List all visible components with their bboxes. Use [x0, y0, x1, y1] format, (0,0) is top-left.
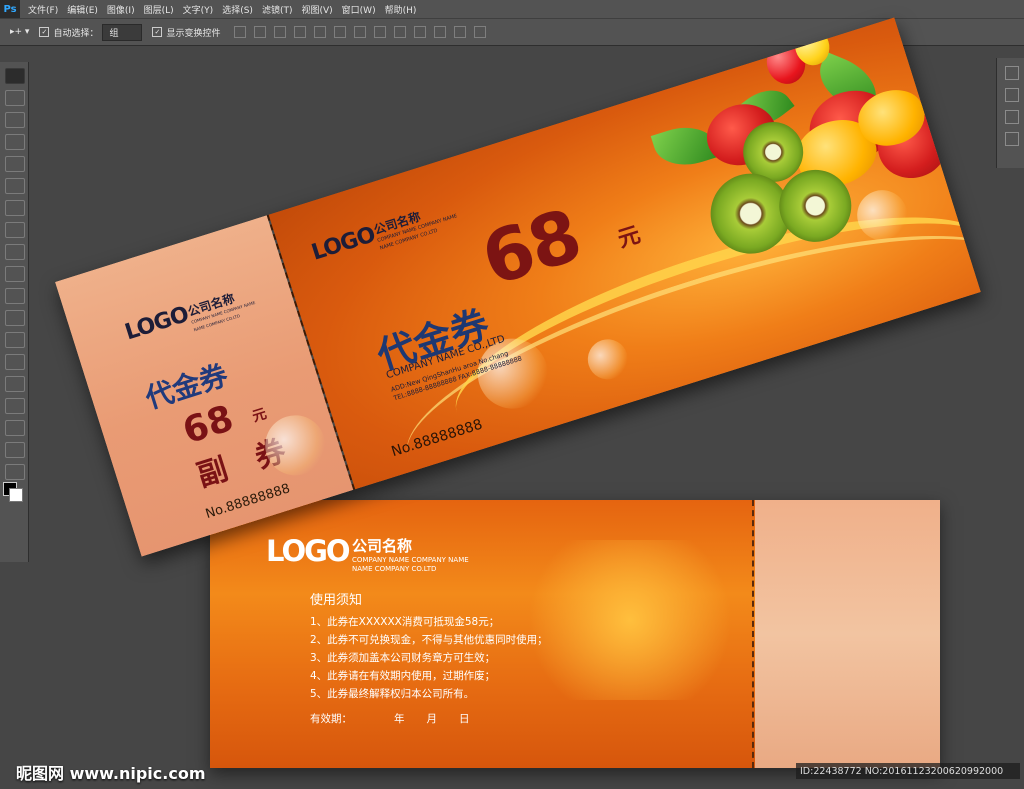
blur-icon[interactable] [5, 310, 25, 326]
distribute-right-icon[interactable] [454, 26, 467, 38]
rules-title: 使用须知 [310, 593, 363, 608]
show-transform-option[interactable]: ✓ 显示变换控件 [152, 26, 220, 39]
show-transform-label: 显示变换控件 [166, 28, 221, 39]
auto-select-checkbox[interactable]: ✓ [39, 27, 50, 37]
stub-unit: 元 [250, 405, 269, 426]
rule-item: 1、此券在XXXXXX消费可抵现金58元； [310, 616, 500, 628]
auto-align-icon[interactable] [474, 26, 487, 38]
align-buttons [234, 26, 487, 38]
auto-select-label: 自动选择： [53, 28, 99, 39]
rule-item: 2、此券不可兑换现金，不得与其他优惠同时使用； [310, 634, 548, 646]
distribute-vcenter-icon[interactable] [374, 26, 387, 38]
layers-panel-icon[interactable] [1005, 66, 1019, 80]
marquee-icon[interactable] [5, 90, 25, 106]
image-id-label: ID:22438772 NO:20161123200620992000 [796, 763, 1020, 779]
menu-view[interactable]: 视图(V) [301, 3, 332, 16]
show-transform-checkbox[interactable]: ✓ [152, 27, 163, 37]
validity-year: 年 [394, 713, 405, 725]
menu-bar: Ps 文件(F) 编辑(E) 图像(I) 图层(L) 文字(Y) 选择(S) 滤… [0, 0, 1024, 18]
back-glow [510, 540, 750, 700]
align-vcenter-icon[interactable] [254, 26, 267, 38]
paragraph-panel-icon[interactable] [1005, 132, 1019, 146]
validity-day: 日 [459, 713, 470, 725]
front-main: LOGO 公司名称 COMPANY NAME COMPANY NAME NAME… [268, 17, 981, 490]
rule-item: 5、此券最终解释权归本公司所有。 [310, 688, 475, 700]
validity-label: 有效期： [310, 713, 352, 725]
validity-month: 月 [426, 713, 438, 725]
quick-select-icon[interactable] [5, 134, 25, 150]
align-left-icon[interactable] [294, 26, 307, 38]
back-logo: LOGO [266, 534, 351, 568]
menu-layer[interactable]: 图层(L) [144, 3, 174, 16]
back-company-name: 公司名称 [352, 537, 413, 555]
history-panel-icon[interactable] [1005, 88, 1019, 102]
stamp-icon[interactable] [5, 222, 25, 238]
back-perforation [752, 500, 754, 768]
rule-item: 3、此券须加盖本公司财务章方可生效； [310, 652, 496, 664]
type-icon[interactable] [5, 376, 25, 392]
main-amount: 68 [472, 192, 590, 302]
align-right-icon[interactable] [334, 26, 347, 38]
photoshop-logo: Ps [0, 0, 20, 18]
main-logo: LOGO [308, 222, 378, 266]
back-stub [755, 500, 940, 768]
auto-select-option[interactable]: ✓ 自动选择： 组 [39, 23, 143, 41]
move-icon[interactable] [5, 68, 25, 84]
coupon-back: LOGO 公司名称 COMPANY NAME COMPANY NAME NAME… [210, 500, 940, 768]
pen-icon[interactable] [5, 354, 25, 370]
bucket-icon[interactable] [5, 288, 25, 304]
hand-icon[interactable] [5, 442, 25, 458]
lasso-icon[interactable] [5, 112, 25, 128]
align-bottom-icon[interactable] [274, 26, 287, 38]
auto-select-dropdown[interactable]: 组 [102, 23, 143, 41]
distribute-bottom-icon[interactable] [394, 26, 407, 38]
menu-image[interactable]: 图像(I) [107, 3, 135, 16]
align-hcenter-icon[interactable] [314, 26, 327, 38]
menu-help[interactable]: 帮助(H) [385, 3, 417, 16]
align-top-icon[interactable] [234, 26, 247, 38]
eyedropper-icon[interactable] [5, 178, 25, 194]
site-watermark: 昵图网 www.nipic.com [16, 764, 206, 783]
menu-edit[interactable]: 编辑(E) [67, 3, 98, 16]
character-panel-icon[interactable] [1005, 110, 1019, 124]
distribute-top-icon[interactable] [354, 26, 367, 38]
rule-item: 4、此券请在有效期内使用，过期作废； [310, 670, 496, 682]
menu-type[interactable]: 文字(Y) [183, 3, 214, 16]
background-color-swatch[interactable] [9, 488, 23, 502]
history-brush-icon[interactable] [5, 244, 25, 260]
coupon-front: LOGO 公司名称 COMPANY NAME COMPANY NAME NAME… [55, 17, 981, 557]
main-unit: 元 [615, 222, 644, 253]
rectangle-icon[interactable] [5, 420, 25, 436]
zoom-icon[interactable] [5, 464, 25, 480]
tool-preset-picker[interactable]: ▸+ ▾ [10, 27, 29, 37]
eraser-icon[interactable] [5, 266, 25, 282]
distribute-left-icon[interactable] [414, 26, 427, 38]
distribute-hcenter-icon[interactable] [434, 26, 447, 38]
stub-logo: LOGO [122, 302, 192, 346]
menu-window[interactable]: 窗口(W) [342, 3, 376, 16]
brush-icon[interactable] [5, 200, 25, 216]
menu-filter[interactable]: 滤镜(T) [262, 3, 293, 16]
menu-select[interactable]: 选择(S) [222, 3, 253, 16]
menu-file[interactable]: 文件(F) [28, 3, 58, 16]
crop-icon[interactable] [5, 156, 25, 172]
dodge-icon[interactable] [5, 332, 25, 348]
validity-line: 有效期： 年 月 日 [310, 711, 470, 726]
back-company-en: COMPANY NAME COMPANY NAME NAME COMPANY C… [352, 556, 469, 573]
tools-panel [0, 62, 29, 562]
panel-dock [996, 58, 1024, 168]
path-select-icon[interactable] [5, 398, 25, 414]
